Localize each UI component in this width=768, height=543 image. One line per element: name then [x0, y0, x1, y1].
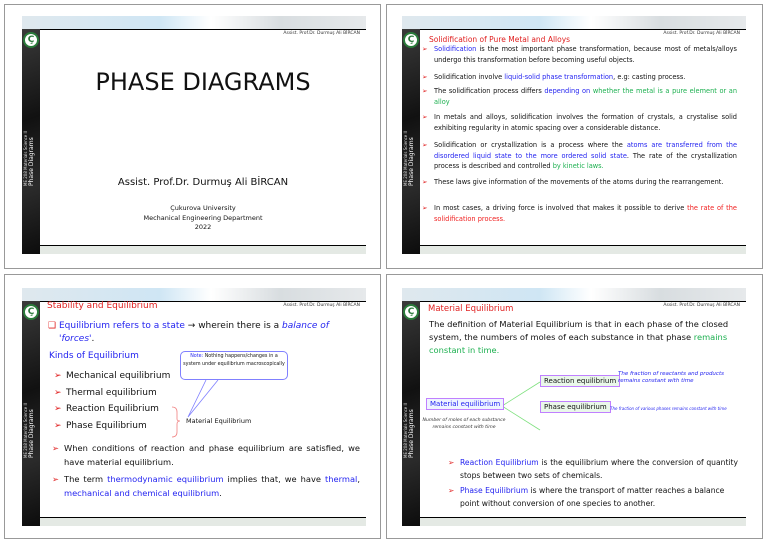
divider	[420, 29, 746, 30]
university: Çukurova University	[170, 204, 236, 212]
bullet: ➢ Solidification or crystallization is a …	[422, 141, 737, 170]
connector-lines	[502, 381, 541, 431]
university-logo: Ç	[403, 304, 419, 320]
slide-1: Ç ME 208 Materials Science II Phase Diagr…	[22, 16, 366, 254]
bullet: ➢ Solidification involve liquid-solid pha…	[422, 73, 686, 81]
bullet: ➢ These laws give information of the move…	[422, 178, 724, 186]
department: Mechanical Engineering Department	[143, 213, 263, 222]
phase-equilibrium-node: Phase equilibrium	[540, 401, 611, 413]
root-note: Number of moles of each substance remain…	[422, 418, 506, 430]
intro: ❑ Equilibrium refers to a state → wherein…	[48, 321, 329, 344]
header-banner	[402, 16, 746, 29]
footer-bar	[40, 246, 366, 254]
header-author: Assist. Prof.Dr. Durmuş Ali BİRCAN	[663, 31, 740, 36]
reaction-note: The fraction of reactants and products r…	[618, 371, 724, 384]
definition: The definition of Material Equilibrium i…	[429, 319, 729, 355]
course-label: ME 208 Materials Science II Phase Diagram…	[23, 403, 35, 458]
footer-bar	[420, 246, 746, 254]
header-author: Assist. Prof.Dr. Durmuş Ali BİRCAN	[283, 303, 360, 308]
material-equilibrium-node: Material equilibrium	[426, 398, 505, 410]
footer-bar	[420, 518, 746, 526]
divider	[420, 301, 746, 302]
header-banner	[402, 288, 746, 301]
course-label: ME 208 Materials Science II Phase Diagram…	[23, 131, 35, 186]
phase-note: The fraction of various phases remains c…	[610, 406, 727, 411]
affiliation: Çukurova University Mechanical Engineeri…	[40, 204, 366, 233]
header-author: Assist. Prof.Dr. Durmuş Ali BİRCAN	[283, 31, 360, 36]
kinds-heading: Kinds of Equilibrium	[49, 351, 139, 361]
divider	[40, 29, 366, 30]
slide-title: Material Equilibrium	[428, 304, 514, 314]
slide-3: Ç ME 208 Materials Science II Phase Diagr…	[22, 288, 366, 526]
slide-4: Ç ME 208 Materials Science II Phase Diagr…	[402, 288, 746, 526]
slide-2: Ç ME 208 Materials Science II Phase Diagr…	[402, 16, 746, 254]
bullet: ➢ Solidification is the most important ph…	[422, 45, 737, 64]
callout-pointer	[187, 379, 219, 418]
slide-title: PHASE DIAGRAMS	[95, 68, 311, 96]
bullet: ➢ The term thermodynamic equilibrium impl…	[52, 474, 360, 498]
slide-title: Stability and Equilibrium	[47, 301, 158, 311]
brace-label: Material Equilibrium	[186, 417, 252, 425]
bullet: ➢ Phase Equilibrium is where the transpor…	[448, 486, 725, 508]
header-banner	[22, 16, 366, 29]
year: 2022	[194, 223, 212, 231]
bullet: ➢ When conditions of reaction and phase e…	[52, 443, 360, 467]
footer-bar	[40, 518, 366, 526]
bullet: ➢ In most cases, a driving force is invol…	[422, 204, 737, 223]
note-callout: Note: Nothing happens/changes in a syste…	[180, 351, 288, 380]
reaction-equilibrium-node: Reaction equilibrium	[540, 375, 621, 387]
header-author: Assist. Prof.Dr. Durmuş Ali BİRCAN	[663, 303, 740, 308]
course-label: ME 208 Materials Science II Phase Diagram…	[403, 403, 415, 458]
university-logo: Ç	[23, 32, 39, 48]
header-banner	[22, 288, 366, 301]
presenter-name: Assist. Prof.Dr. Durmuş Ali BİRCAN	[117, 177, 289, 188]
bullet: ➢ The solidification process differs depe…	[422, 87, 738, 106]
university-logo: Ç	[23, 304, 39, 320]
course-label: ME 208 Materials Science II Phase Diagram…	[403, 131, 415, 186]
bullet: ➢ Reaction Equilibrium is the equilibrium…	[448, 458, 738, 480]
slide-title: Solidification of Pure Metal and Alloys	[429, 35, 571, 44]
brace	[171, 406, 181, 438]
kinds-list: ➢ Mechanical equilibrium ➢ Thermal equilib…	[54, 371, 171, 431]
university-logo: Ç	[403, 32, 419, 48]
bullet: ➢ In metals and alloys, solidification in…	[422, 113, 737, 132]
